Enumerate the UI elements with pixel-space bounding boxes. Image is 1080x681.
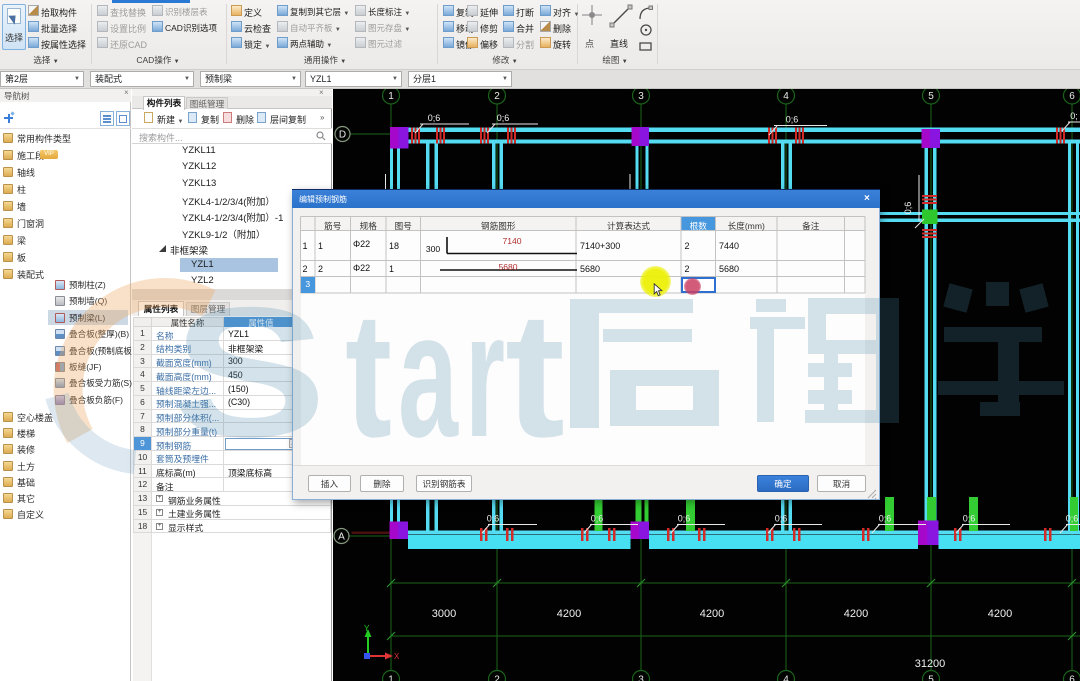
svg-text:5: 5 xyxy=(928,675,934,681)
svg-text:0;6: 0;6 xyxy=(428,113,441,123)
svg-text:0;: 0; xyxy=(1070,111,1078,121)
svg-text:0;6: 0;6 xyxy=(497,113,510,123)
svg-text:31200: 31200 xyxy=(915,658,946,670)
svg-text:A: A xyxy=(338,532,345,543)
svg-text:3: 3 xyxy=(638,91,644,102)
svg-text:2: 2 xyxy=(494,91,500,102)
svg-text:0;6: 0;6 xyxy=(963,514,976,524)
svg-text:0;6: 0;6 xyxy=(879,514,892,524)
svg-text:4200: 4200 xyxy=(844,608,868,620)
svg-text:X: X xyxy=(394,652,400,661)
svg-text:1: 1 xyxy=(388,91,394,102)
svg-text:0;6: 0;6 xyxy=(678,514,691,524)
svg-text:4200: 4200 xyxy=(988,608,1012,620)
svg-text:6: 6 xyxy=(1069,91,1075,102)
svg-text:5: 5 xyxy=(928,91,934,102)
svg-text:D: D xyxy=(339,130,346,141)
svg-text:0;6: 0;6 xyxy=(487,514,500,524)
svg-text:0;6: 0;6 xyxy=(786,115,799,125)
svg-text:4200: 4200 xyxy=(557,608,581,620)
svg-text:6: 6 xyxy=(1069,675,1075,681)
svg-text:0;6: 0;6 xyxy=(775,514,788,524)
svg-text:3000: 3000 xyxy=(432,608,456,620)
svg-text:4: 4 xyxy=(783,91,789,102)
svg-text:0;6: 0;6 xyxy=(1066,514,1079,524)
svg-text:Y: Y xyxy=(364,624,370,633)
svg-text:4200: 4200 xyxy=(700,608,724,620)
svg-text:0;6: 0;6 xyxy=(591,514,604,524)
svg-text:0;6: 0;6 xyxy=(903,202,913,215)
svg-text:3: 3 xyxy=(638,675,644,681)
svg-text:1: 1 xyxy=(388,675,394,681)
svg-text:2: 2 xyxy=(494,675,500,681)
svg-text:4: 4 xyxy=(783,675,789,681)
